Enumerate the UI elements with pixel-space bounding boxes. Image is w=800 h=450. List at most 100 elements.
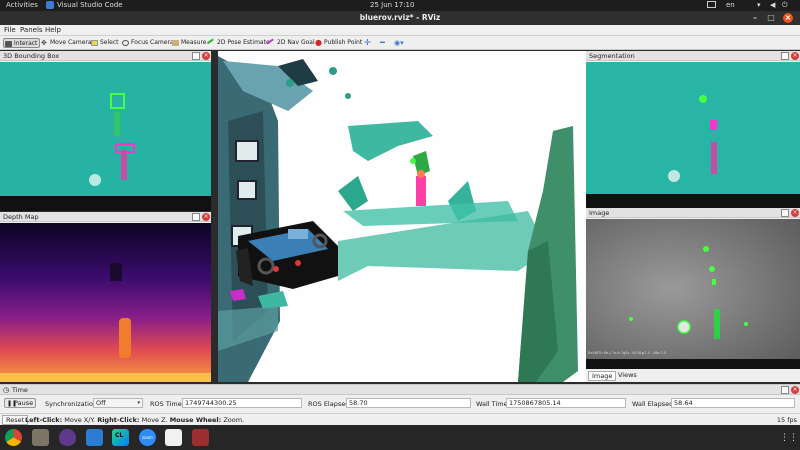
minus-icon: ━ [380,38,385,47]
splitter-left-arrow-icon[interactable]: ◂ [212,214,217,222]
image-tab-bar: Image Views [586,370,800,382]
panel-close-icon[interactable]: × [202,213,210,221]
time-panel-title: Time [12,386,28,394]
remove-tool-button[interactable]: ━ [380,38,385,48]
files-icon[interactable] [32,429,49,446]
tab-image[interactable]: Image [588,371,617,381]
time-panel-header: ◷ Time × [0,385,800,395]
panel-restore-icon[interactable] [192,213,200,221]
panel-restore-icon[interactable] [781,209,789,217]
depth-map-view [0,223,211,382]
image-panel-title: Image [589,209,610,217]
green-arrow-icon [206,38,217,48]
maximize-icon[interactable]: □ [766,13,776,23]
select-icon [91,40,98,46]
panel-close-icon[interactable]: × [791,386,799,394]
bounding-box-panel-title: 3D Bounding Box [3,52,60,60]
tool-properties-button[interactable]: ◉▾ [394,38,404,48]
window-title: bluerov.rviz* - RViz [359,13,441,22]
system-top-bar: Activities Visual Studio Code 25 Jun 17:… [0,0,800,11]
bounding-box-panel: 3D Bounding Box × [0,51,211,211]
tab-views[interactable]: Views [614,371,641,381]
chrome-icon[interactable] [5,429,22,446]
network-icon[interactable]: ▾ [757,1,761,9]
sync-select[interactable]: Off ▾ [93,398,143,408]
move-camera-tool-button[interactable]: ✥ Move Camera [40,38,92,48]
dock: CL zoom ⋮⋮ [0,425,800,450]
language-indicator[interactable]: en [726,1,735,9]
close-icon[interactable]: × [783,13,793,23]
wall-time-field[interactable]: 1750867805.14 [506,398,626,408]
bounding-box-panel-header: 3D Bounding Box × [0,51,211,61]
panel-restore-icon[interactable] [781,52,789,60]
move-camera-icon: ✥ [41,39,47,47]
purple-arrow-icon [266,38,277,48]
chevron-down-icon: ▾ [137,400,140,406]
interact-icon [5,41,12,47]
camera-image-view [586,219,800,369]
interact-tool-button[interactable]: Interact [3,38,41,48]
panel-close-icon[interactable]: × [202,52,210,60]
panel-restore-icon[interactable] [192,52,200,60]
add-tool-button[interactable]: ✛ [364,38,371,48]
active-app-name[interactable]: Visual Studio Code [57,1,123,9]
editor-icon[interactable] [165,429,182,446]
menu-help[interactable]: Help [45,26,61,34]
image-panel-header: Image × [586,208,800,218]
zoom-icon[interactable]: zoom [139,429,156,446]
nav-goal-label: 2D Nav Goal [277,39,315,46]
menu-panels[interactable]: Panels [20,26,43,34]
wall-elapsed-field[interactable]: 58.64 [671,398,795,408]
focus-camera-tool-button[interactable]: Focus Camera [121,38,174,48]
right-click-text: Move Z. [141,416,168,424]
ros-time-field[interactable]: 1749744300.25 [182,398,302,408]
menu-file[interactable]: File [4,26,16,34]
depth-map-panel: Depth Map × [0,212,211,382]
left-click-label: Left-Click: [25,416,63,424]
interact-label: Interact [14,40,38,47]
depth-map-panel-header: Depth Map × [0,212,211,222]
minimize-icon[interactable]: – [750,13,760,23]
nav-goal-tool-button[interactable]: 2D Nav Goal [266,38,315,48]
segmentation-view [586,62,800,208]
pause-button[interactable]: ❚❚ Pause [4,398,36,408]
panel-restore-icon[interactable] [781,386,789,394]
clion-icon[interactable]: CL [112,429,129,446]
right-click-label: Right-Click: [97,416,140,424]
pose-estimate-tool-button[interactable]: 2D Pose Estimate [206,38,270,48]
time-panel: ◷ Time × ❚❚ Pause Synchronization: Off ▾… [0,384,800,413]
segmentation-panel-title: Segmentation [589,52,635,60]
ros-time-label: ROS Time: [150,400,184,408]
measure-icon [172,40,179,46]
pin-icon: ● [315,38,322,47]
tor-icon[interactable] [59,429,76,446]
3d-render-view[interactable] [218,51,586,382]
focus-camera-icon [122,40,129,46]
select-tool-button[interactable]: Select [90,38,119,48]
measure-label: Measure [181,39,207,46]
vscode-app-icon [46,1,54,9]
panel-close-icon[interactable]: × [791,209,799,217]
left-click-text: Move X/Y. [64,416,96,424]
window-titlebar: bluerov.rviz* - RViz – □ × [0,11,800,25]
clock[interactable]: 25 Jun 17:10 [370,1,414,9]
image-overlay-text: Rx48fTn Ms-/ 7v-b 7g2c. %G3Lg7-4 . cBo ?… [588,351,667,355]
menu-bar: File Panels Help [0,25,800,36]
plus-icon: ✛ [364,38,371,47]
eye-icon: ◉▾ [394,39,404,47]
terminal-icon[interactable] [192,429,209,446]
wall-elapsed-label: Wall Elapsed: [632,400,676,408]
activities-button[interactable]: Activities [6,1,38,9]
publish-point-tool-button[interactable]: ● Publish Point [314,38,362,48]
fps-readout: 15 fps [776,416,797,424]
panel-close-icon[interactable]: × [791,52,799,60]
vscode-icon[interactable] [86,429,103,446]
power-icon[interactable]: ⏻ [782,1,788,10]
focus-camera-label: Focus Camera [131,39,174,46]
volume-icon[interactable]: ◀ [770,1,775,9]
screen-icon[interactable] [707,1,716,8]
publish-point-label: Publish Point [324,39,363,46]
show-apps-icon[interactable]: ⋮⋮ [780,433,798,443]
ros-elapsed-field[interactable]: 58.70 [346,398,471,408]
measure-tool-button[interactable]: Measure [171,38,207,48]
